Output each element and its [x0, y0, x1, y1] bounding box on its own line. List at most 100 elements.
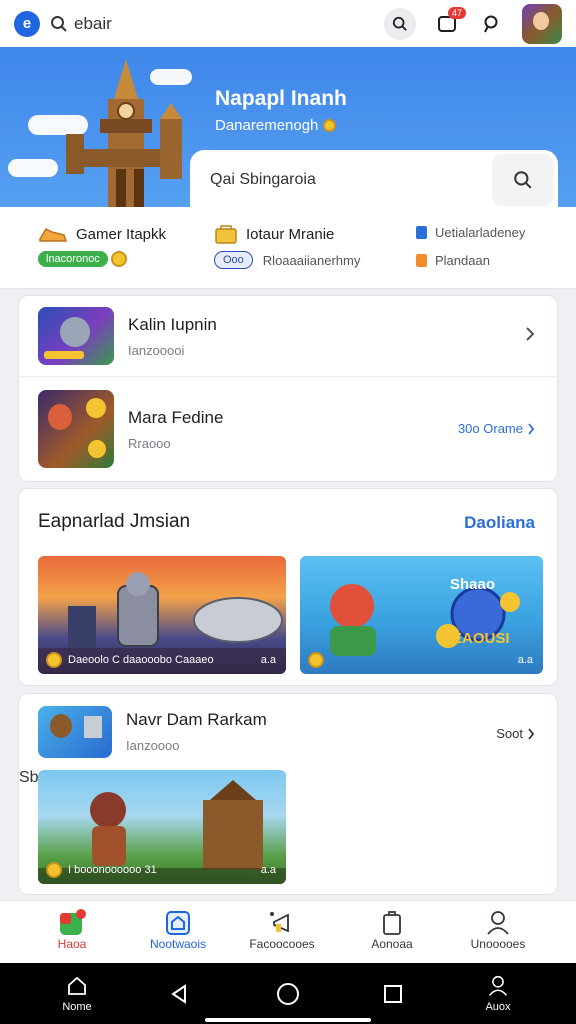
avatar[interactable] — [522, 3, 562, 44]
stat-right-top[interactable]: Uetialarladeney — [416, 225, 525, 240]
list-item[interactable]: Mara Fedine Rraooo 30o Orame — [19, 376, 557, 481]
tab-network[interactable]: Nootwaois — [128, 909, 228, 951]
tab-label: Haoa — [57, 937, 87, 951]
games-pill-text: lnacoronoc — [46, 253, 100, 265]
stat-games-pill: lnacoronoc — [38, 251, 127, 267]
search-icon — [514, 171, 532, 189]
stat-total-label: Iotaur Mranie — [246, 225, 335, 243]
list-item[interactable]: Navr Dam Rarkam Ianzoooo Soot — [19, 694, 557, 769]
app-logo[interactable]: e — [14, 10, 40, 37]
games-list-card: Kalin Iupnin Ianzooooi Mara Fedine Rraoo… — [18, 295, 558, 482]
top-search[interactable]: ebair — [50, 14, 112, 34]
hero-search-box[interactable]: Qai Sbingaroia — [190, 150, 558, 207]
list-item[interactable]: Kalin Iupnin Ianzooooi — [19, 296, 557, 376]
game-subtitle: Ianzoooo — [126, 738, 180, 753]
see-more-text: Soot — [496, 726, 523, 741]
nav-home[interactable]: Nome — [37, 971, 117, 1013]
game-thumbnail — [38, 307, 114, 365]
system-nav-bar: Nome Auox — [0, 963, 576, 1024]
games-pill: lnacoronoc — [38, 251, 108, 267]
cloud-decoration — [8, 159, 58, 177]
coin-icon — [110, 251, 127, 267]
nav-account-label: Auox — [485, 1001, 511, 1013]
tab-home[interactable]: Haoa — [22, 909, 122, 951]
stat-games-label: Gamer Itapkk — [76, 225, 167, 243]
featured-banner[interactable]: Daeoolo C daaooobo Caaaeo a.a — [38, 556, 286, 674]
stat-games[interactable]: Gamer Itapkk — [38, 223, 166, 245]
home-indicator — [205, 1018, 371, 1022]
featured-section-card: Eapnarlad Jmsian Daoliana Daeoolo C daao… — [18, 488, 558, 686]
pin-icon — [484, 15, 498, 32]
stats-strip: Gamer Itapkk lnacoronoc Iotaur Mranie Oo… — [0, 207, 576, 289]
back-icon — [171, 984, 186, 1004]
game-name: Kalin Iupnin — [128, 314, 217, 334]
home-icon — [68, 976, 86, 995]
stat-right-bottom-text: Plandaan — [435, 253, 490, 268]
nav-account[interactable]: Auox — [458, 971, 538, 1013]
section-link[interactable]: Daoliana — [464, 513, 535, 533]
coin-icon — [308, 652, 324, 668]
location-button[interactable] — [478, 11, 504, 37]
banner-caption-text: Daeoolo C daaooobo Caaaeo — [68, 654, 214, 666]
stat-total[interactable]: Iotaur Mranie — [214, 223, 334, 245]
user-icon — [487, 911, 509, 935]
blob-character-illustration — [330, 584, 520, 656]
search-button[interactable] — [384, 7, 416, 40]
see-more-link[interactable]: Soot — [496, 726, 535, 741]
square-recents-icon — [384, 985, 402, 1003]
tab-profile[interactable]: Unooooes — [448, 909, 548, 951]
circle-home-icon — [277, 983, 299, 1005]
nav-home-circle[interactable] — [248, 971, 328, 1017]
hero-search-input[interactable]: Qai Sbingaroia — [210, 171, 492, 189]
top-bar: e ebair 47 — [0, 0, 576, 47]
hero-search-button[interactable] — [492, 154, 554, 206]
stat-total-sub: Ooo Rloaaaiianerhmy — [214, 251, 360, 269]
game-name: Mara Fedine — [128, 407, 224, 427]
castle-tower-illustration — [66, 59, 182, 207]
house-icon — [166, 911, 190, 935]
nav-back[interactable] — [139, 971, 219, 1017]
blue-badge-icon — [416, 226, 427, 239]
stat-right-top-text: Uetialarladeney — [435, 225, 526, 240]
tab-label: Aonoaa — [371, 937, 413, 951]
tab-favorites[interactable]: Facoocooes — [232, 909, 332, 951]
tab-saved[interactable]: Aonoaa — [342, 909, 442, 951]
top-search-text: ebair — [74, 13, 112, 33]
tab-label: Unooooes — [470, 937, 526, 951]
nav-recents[interactable] — [353, 971, 433, 1017]
user-icon — [488, 975, 508, 996]
more-games-card: Navr Dam Rarkam Ianzoooo Soot I booonooo… — [18, 693, 558, 895]
banner-caption: Daeoolo C daaooobo Caaaeo — [46, 652, 214, 668]
see-more-link[interactable]: 30o Orame — [458, 421, 535, 436]
stat-total-sub-text: Rloaaaiianerhmy — [262, 252, 361, 268]
banner-count: a.a — [260, 864, 276, 876]
see-more-text: 30o Orame — [457, 421, 523, 436]
banner-count: a.a — [260, 654, 276, 666]
game-thumbnail — [38, 705, 112, 758]
game-banner[interactable]: I booonoooooo 31 a.a — [38, 770, 286, 884]
hero-subtitle-text: Danaremenogh — [215, 117, 319, 134]
section-title: Eapnarlad Jmsian — [38, 511, 191, 532]
game-subtitle: Rraooo — [128, 435, 171, 451]
chevron-right-icon[interactable] — [525, 326, 535, 342]
hero-title: Napapl Inanh — [215, 87, 347, 110]
banner-caption: I booonoooooo 31 — [46, 862, 157, 878]
hero-banner: Napapl Inanh Danaremenogh Qai Sbingaroia — [0, 47, 576, 207]
notification-badge: 47 — [447, 6, 466, 19]
game-name: Navr Dam Rarkam — [126, 710, 267, 729]
banner-caption — [308, 652, 324, 668]
coin-icon — [322, 119, 336, 132]
banner-subhead: EAOUSI — [452, 630, 510, 647]
game-thumbnail — [38, 390, 114, 468]
chevron-right-icon — [528, 422, 535, 435]
notifications-button[interactable]: 47 — [434, 6, 466, 37]
list-item[interactable]: I booonoooooo 31 a.a Sbor — [19, 769, 557, 895]
sneaker-icon — [39, 228, 68, 242]
bottom-tab-bar: Haoa Nootwaois Facoocooes Aonoaa Unooooe… — [0, 900, 576, 963]
search-icon — [392, 16, 407, 31]
banner-headline: Shaao — [450, 576, 496, 593]
tab-label: Nootwaois — [149, 937, 207, 951]
featured-banner[interactable]: Shaao EAOUSI a.a — [300, 556, 543, 674]
stat-right-bottom[interactable]: Plandaan — [416, 253, 490, 268]
total-pill-text: Ooo — [223, 254, 244, 266]
